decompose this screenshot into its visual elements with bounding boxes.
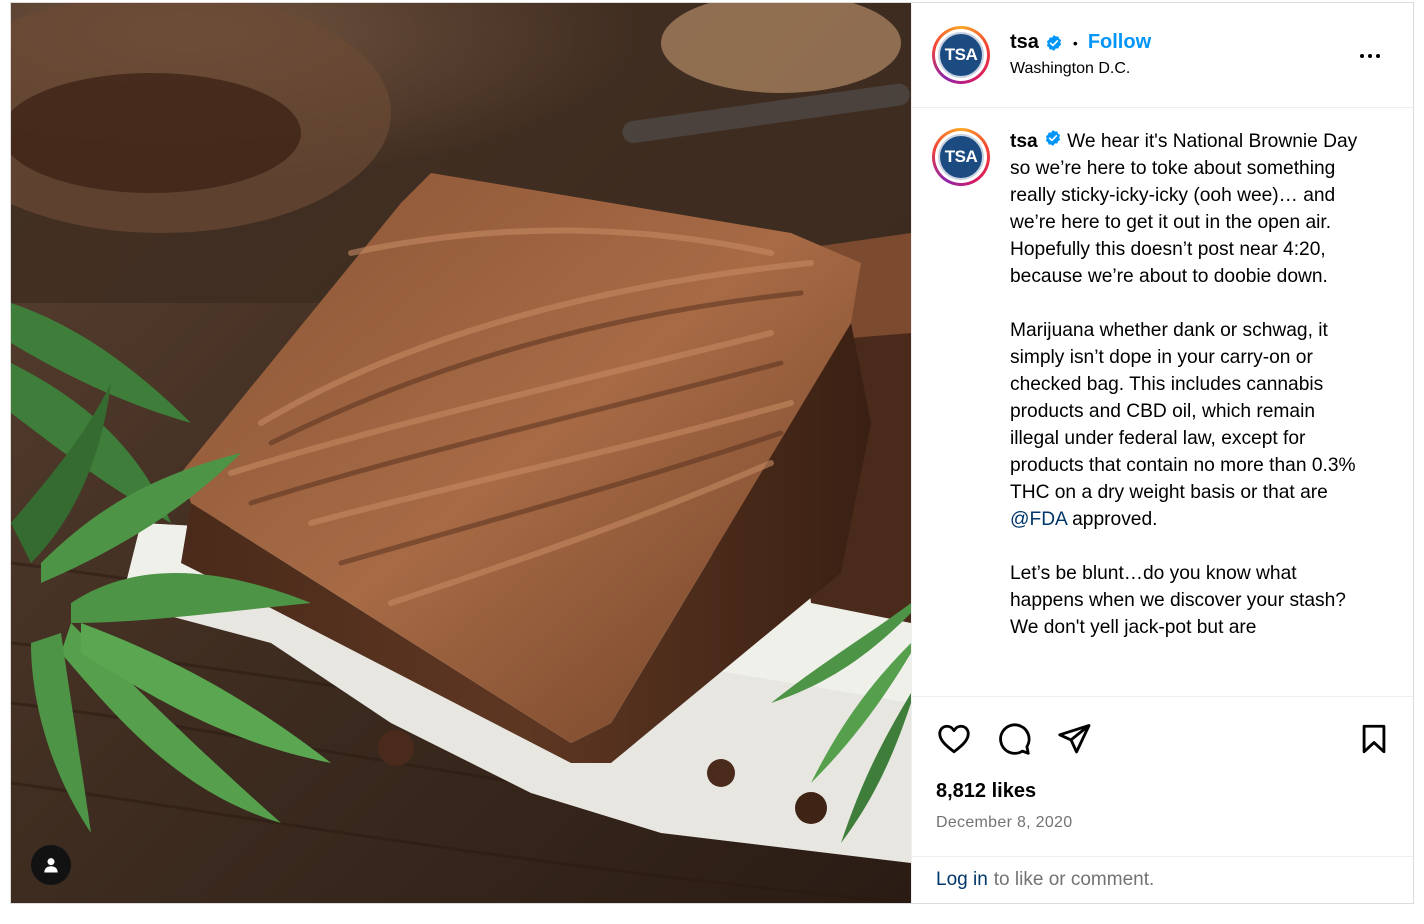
separator-dot: • (1072, 34, 1078, 51)
brownie-photo (11, 3, 911, 903)
avatar[interactable]: TSA (938, 31, 984, 78)
avatar-story-ring[interactable]: TSA (932, 25, 990, 84)
follow-button[interactable]: Follow (1088, 31, 1151, 54)
post-date[interactable]: December 8, 2020 (912, 808, 1413, 856)
user-tag-button[interactable] (31, 845, 71, 885)
caption-avatar[interactable]: TSA (938, 133, 984, 180)
likes-count[interactable]: 8,812 likes (912, 780, 1413, 808)
caption-avatar-ring[interactable]: TSA (932, 127, 990, 186)
instagram-post: TSA tsa • Follow Washington D.C. TSA tsa… (10, 2, 1414, 904)
post-side-panel: TSA tsa • Follow Washington D.C. TSA tsa… (911, 3, 1413, 903)
share-icon[interactable] (1056, 721, 1092, 757)
login-prompt-text: to like or comment. (993, 869, 1155, 891)
caption-username[interactable]: tsa (1010, 131, 1038, 152)
caption-paragraph-3: Let’s be blunt…do you know what happens … (1010, 562, 1352, 638)
mention-fda-link[interactable]: @FDA (1010, 509, 1067, 530)
post-image[interactable] (11, 3, 911, 903)
action-bar (912, 695, 1413, 781)
login-prompt: Log in to like or comment. (912, 856, 1413, 903)
heart-icon[interactable] (936, 721, 972, 757)
caption-verified-badge-icon (1044, 129, 1062, 147)
caption-paragraph-2: Marijuana whether dank or schwag, it sim… (1010, 319, 1361, 503)
comment-icon[interactable] (996, 721, 1032, 757)
username-link[interactable]: tsa (1010, 31, 1039, 54)
caption-text: tsa We hear it's National Brownie Day so… (1010, 128, 1365, 696)
location-link[interactable]: Washington D.C. (1010, 60, 1151, 78)
more-options-icon[interactable] (1355, 41, 1385, 71)
caption-area: TSA tsa We hear it's National Brownie Da… (912, 108, 1413, 696)
caption-paragraph-1: We hear it's National Brownie Day so we’… (1010, 130, 1363, 287)
caption-paragraph-2-end: approved. (1066, 508, 1158, 530)
bookmark-icon[interactable] (1357, 722, 1391, 756)
verified-badge-icon (1045, 34, 1063, 52)
post-header: TSA tsa • Follow Washington D.C. (912, 3, 1413, 108)
login-link[interactable]: Log in (936, 869, 988, 891)
user-tag-icon (44, 858, 58, 873)
